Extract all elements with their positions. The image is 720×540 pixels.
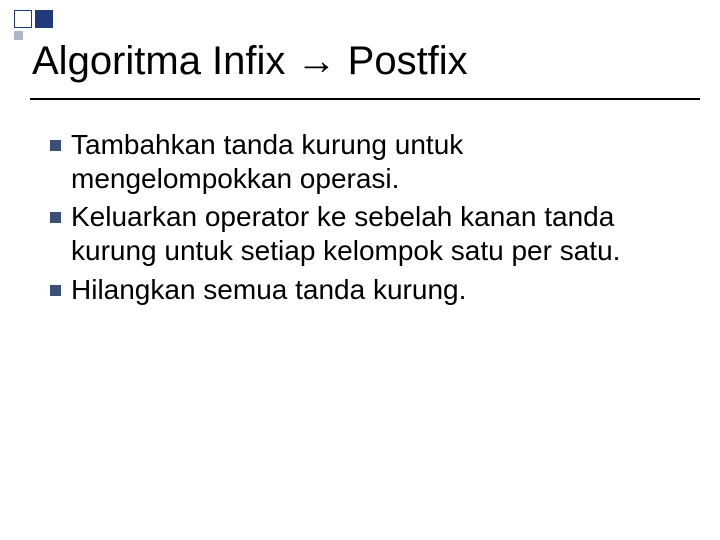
bullet-square-icon (50, 285, 61, 296)
corner-decoration (14, 10, 53, 40)
bullet-text: Tambahkan tanda kurung untuk mengelompok… (71, 128, 670, 196)
slide-body: Tambahkan tanda kurung untuk mengelompok… (50, 128, 670, 311)
list-item: Hilangkan semua tanda kurung. (50, 273, 670, 307)
square-filled-icon (35, 10, 53, 28)
bullet-text: Keluarkan operator ke sebelah kanan tand… (71, 200, 670, 268)
square-outline-icon (14, 10, 32, 28)
list-item: Keluarkan operator ke sebelah kanan tand… (50, 200, 670, 268)
slide-title: Algoritma Infix → Postfix (32, 38, 688, 84)
square-small-icon (14, 31, 23, 40)
bullet-square-icon (50, 212, 61, 223)
list-item: Tambahkan tanda kurung untuk mengelompok… (50, 128, 670, 196)
slide: Algoritma Infix → Postfix Tambahkan tand… (0, 0, 720, 540)
bullet-square-icon (50, 140, 61, 151)
title-underline (30, 98, 700, 100)
bullet-text: Hilangkan semua tanda kurung. (71, 273, 466, 307)
